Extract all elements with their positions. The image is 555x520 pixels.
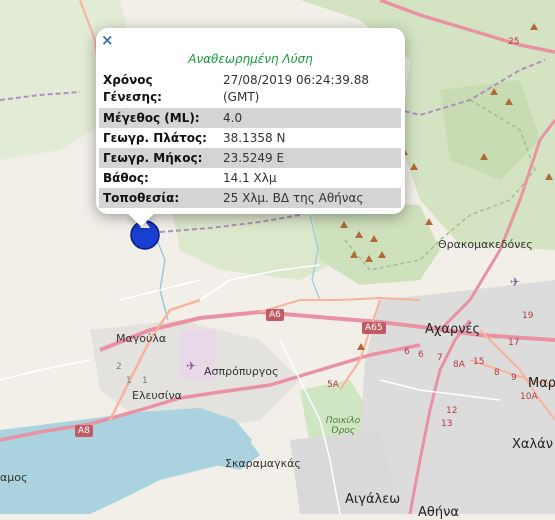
table-row: Χρόνος Γένεσης: 27/08/2019 06:24:39.88 (… [99, 70, 401, 108]
place-label-aspropyrgos: Ασπρόπυργος [204, 365, 279, 378]
table-row: Βάθος: 14.1 Χλμ [99, 168, 401, 188]
popup-title: Αναθεωρημένη Λύση [188, 52, 313, 66]
road-number-12: 12 [446, 406, 458, 416]
road-number-7: 7 [437, 353, 443, 363]
row-value: 38.1358 N [223, 131, 286, 145]
road-number-13: 13 [441, 419, 453, 429]
event-details-table: Χρόνος Γένεσης: 27/08/2019 06:24:39.88 (… [99, 70, 401, 208]
place-label-athina: Αθήνα [418, 505, 459, 520]
road-number-25: 25 [508, 37, 520, 47]
place-label-poikilo-oros: Ποικίλο Όρος [325, 416, 361, 436]
row-label: Μέγεθος (ML): [99, 108, 219, 128]
road-number-6: 6 [404, 347, 410, 357]
table-row: Τοποθεσία: 25 Χλμ. ΒΔ της Αθήνας [99, 188, 401, 208]
place-label-chalandri: Χαλάν [512, 437, 553, 452]
row-label: Χρόνος Γένεσης: [103, 73, 162, 104]
place-label-eleusina: Ελευσίνα [132, 389, 182, 402]
row-value: 14.1 Χλμ [223, 171, 277, 185]
row-label: Τοποθεσία: [99, 188, 219, 208]
place-label-magoula: Μαγούλα [116, 332, 167, 345]
row-value: 27/08/2019 06:24:39.88 (GMT) [223, 73, 369, 104]
row-value: 4.0 [219, 108, 401, 128]
place-label-skaramangas: Σκαραμαγκάς [225, 457, 301, 470]
road-number-15: 15 [473, 357, 485, 367]
table-row: Γεωγρ. Μήκος: 23.5249 E [99, 148, 401, 168]
place-label-acharnes: Αχαρνές [425, 322, 481, 337]
place-label-mar: Μαρ [528, 376, 555, 391]
road-number-19: 19 [522, 311, 534, 321]
road-shield-a8: A8 [75, 425, 93, 437]
road-number-9: 9 [511, 373, 517, 383]
place-label-aigaleo: Αιγάλεω [345, 492, 401, 507]
road-number-5a: 5A [327, 380, 339, 390]
road-number-2: 2 [116, 362, 122, 372]
road-number-8: 8 [494, 368, 500, 378]
earthquake-info-popup: × Αναθεωρημένη Λύση Χρόνος Γένεσης: 27/0… [96, 28, 405, 227]
road-number-1: 1 [142, 376, 148, 386]
row-label: Γεωγρ. Πλάτος: [103, 131, 207, 145]
place-label-thrakomakedones: Θρακομακεδόνες [438, 238, 533, 251]
road-number-17: 17 [508, 338, 520, 348]
road-number-6: 6 [418, 350, 424, 360]
row-value: 23.5249 E [219, 148, 401, 168]
road-shield-a65: A65 [362, 322, 386, 334]
table-row: Γεωγρ. Πλάτος: 38.1358 N [99, 128, 401, 148]
airport-icon: ✈ [510, 275, 520, 289]
place-label-amos: αμος [0, 471, 28, 484]
close-icon[interactable]: × [101, 32, 114, 48]
table-row: Μέγεθος (ML): 4.0 [99, 108, 401, 128]
row-value: 25 Χλμ. ΒΔ της Αθήνας [219, 188, 401, 208]
earthquake-marker-icon[interactable] [129, 219, 161, 251]
road-number-8a: 8A [453, 360, 465, 370]
road-number-10a: 10A [520, 392, 538, 402]
airport-icon: ✈ [186, 359, 196, 373]
road-shield-a6: A6 [266, 309, 284, 321]
row-label: Βάθος: [103, 171, 149, 185]
road-number-1: 1 [126, 376, 132, 386]
row-label: Γεωγρ. Μήκος: [99, 148, 219, 168]
